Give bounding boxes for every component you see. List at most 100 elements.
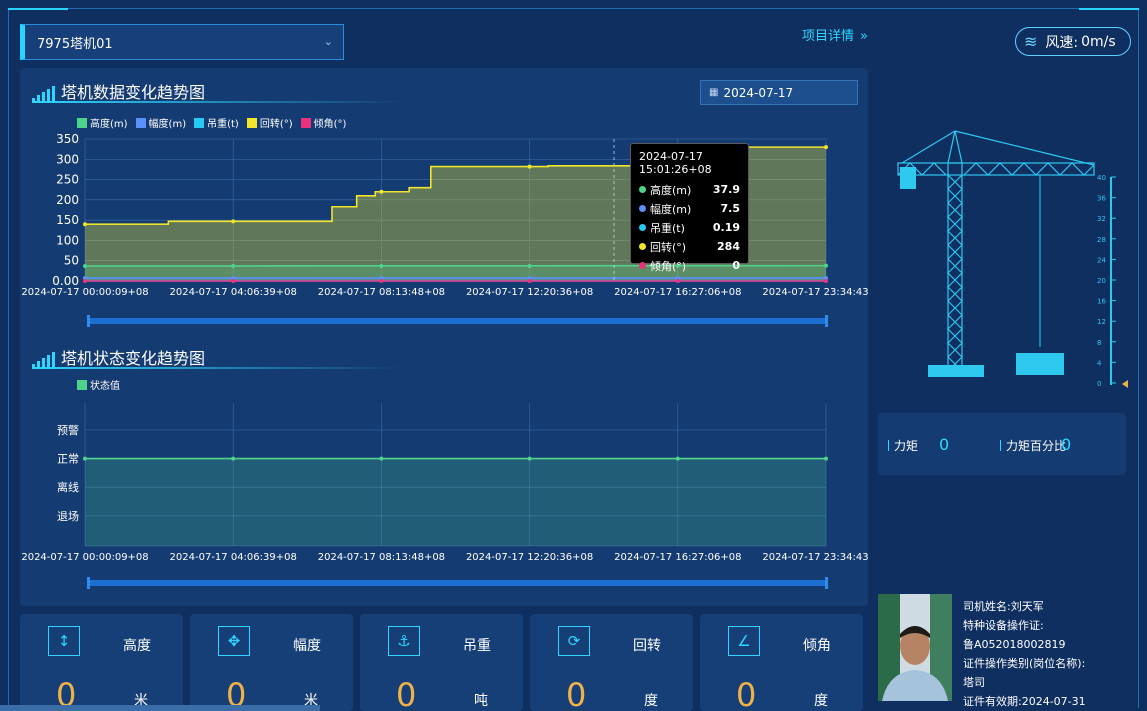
tooltip-label: 回转(°): [650, 240, 687, 254]
slider-handle-right[interactable]: [825, 577, 828, 589]
metric-card-rotation: ⟳ 回转 0 度: [530, 614, 693, 711]
tooltip-value: 0: [732, 259, 740, 272]
y-category-label: 离线: [57, 480, 79, 494]
status-legend-label: 状态值: [90, 381, 120, 392]
crane-structure: [897, 130, 1095, 376]
trend-chart-title: 塔机数据变化趋势图: [32, 79, 205, 103]
x-tick-label: 2024-07-17 23:34:43+08: [762, 552, 868, 563]
driver-cert-label: 特种设备操作证:: [963, 619, 1044, 632]
status-zoom-slider[interactable]: [87, 577, 828, 589]
tooltip-value: 37.9: [712, 183, 740, 196]
height-scale-label: 40: [1097, 174, 1106, 182]
metric-card-angle: ∠ 倾角 0 度: [700, 614, 863, 711]
x-tick-label: 2024-07-17 00:00:09+08: [21, 552, 148, 563]
torque-pct-value: 0: [1061, 435, 1072, 454]
metric-label: 吊重: [463, 638, 491, 654]
load-block: [1016, 353, 1064, 375]
tooltip-row: 倾角(°) 0: [639, 256, 740, 275]
calendar-icon: ▦: [709, 87, 719, 98]
slider-handle-left[interactable]: [87, 315, 90, 327]
metric-unit: 度: [644, 693, 658, 709]
wind-label: 风速:: [1045, 34, 1079, 51]
metric-card-height: ↕ 高度 0 米: [20, 614, 183, 711]
date-picker[interactable]: ▦ 2024-07-17: [700, 80, 858, 105]
tooltip-value: 7.5: [720, 202, 741, 215]
tooltip-dot: [639, 243, 646, 250]
tooltip-value: 0.19: [712, 221, 740, 234]
metric-label: 高度: [123, 638, 151, 654]
series-point: [83, 263, 87, 268]
trend-title-underline: [32, 101, 402, 103]
metric-unit: 吨: [474, 693, 488, 709]
tooltip-value: 284: [717, 240, 740, 253]
metric-card-hook: ⚓ 吊重 0 吨: [360, 614, 523, 711]
height-scale-label: 20: [1097, 277, 1106, 285]
date-picker-value: 2024-07-17: [723, 85, 794, 100]
torque-value: 0: [939, 435, 950, 454]
device-select[interactable]: 7975塔机01 ⌄: [20, 24, 344, 60]
double-chevron-icon: »: [860, 29, 868, 44]
height-scale-label: 24: [1097, 256, 1106, 264]
y-tick-label: 350: [56, 132, 79, 146]
x-tick-label: 2024-07-17 08:13:48+08: [318, 552, 445, 563]
tooltip-row: 回转(°) 284: [639, 237, 740, 256]
series-point: [824, 456, 828, 461]
tower-crane-illustration: 4036322824201612840: [897, 130, 1128, 388]
series-point: [379, 189, 384, 194]
driver-cert-number: 鲁A052018002819: [963, 638, 1066, 651]
series-point: [824, 145, 828, 150]
series-point: [379, 279, 384, 283]
wind-speed-badge: ≋ 风速: 0m/s: [1015, 27, 1131, 56]
series-point: [231, 263, 236, 268]
torque-panel: 力矩 0 力矩百分比 0: [878, 413, 1126, 475]
series-point: [675, 279, 680, 283]
tooltip-dot: [639, 205, 646, 212]
y-tick-label: 300: [56, 152, 79, 166]
series-point: [231, 219, 236, 224]
legend-swatch: [77, 379, 87, 390]
slider-handle-left[interactable]: [87, 577, 90, 589]
project-details-link[interactable]: 项目详情 »: [802, 25, 868, 44]
x-tick-label: 2024-07-17 16:27:06+08: [614, 287, 741, 298]
driver-info: 司机姓名:刘天军 特种设备操作证: 鲁A052018002819 证件操作类别(…: [963, 597, 1086, 711]
series-point: [83, 222, 87, 227]
metric-value: 0: [396, 676, 417, 711]
metric-label: 倾角: [803, 638, 831, 654]
driver-photo: [878, 594, 952, 701]
legend-swatch: [246, 117, 257, 128]
status-legend-item[interactable]: 状态值: [77, 377, 120, 392]
x-tick-label: 2024-07-17 04:06:39+08: [170, 287, 297, 298]
legend-swatch: [194, 117, 205, 128]
series-point: [675, 456, 680, 461]
x-tick-label: 2024-07-17 16:27:06+08: [614, 552, 741, 563]
slider-handle-right[interactable]: [825, 315, 828, 327]
metric-value: 0: [736, 676, 757, 711]
series-point: [379, 456, 384, 461]
project-details-label: 项目详情: [802, 29, 855, 44]
trend-zoom-slider[interactable]: [87, 315, 828, 327]
legend-swatch: [77, 117, 87, 128]
height-scale-label: 4: [1097, 359, 1102, 367]
height-scale-label: 28: [1097, 236, 1106, 244]
metric-label: 回转: [633, 638, 661, 654]
metric-card-range: ✥ 幅度 0 米: [190, 614, 353, 711]
status-chart-title-text: 塔机状态变化趋势图: [61, 349, 206, 368]
page-scrollbar[interactable]: [0, 705, 320, 711]
x-tick-label: 2024-07-17 00:00:09+08: [21, 287, 148, 298]
legend-swatch: [135, 117, 146, 128]
series-point: [824, 263, 828, 268]
metric-unit: 度: [814, 693, 828, 709]
tooltip-row: 高度(m) 37.9: [639, 180, 740, 199]
metric-label: 幅度: [293, 638, 321, 654]
series-point: [527, 279, 532, 283]
height-scale-label: 36: [1097, 195, 1106, 203]
y-tick-label: 250: [56, 173, 79, 187]
tooltip-label: 高度(m): [650, 183, 692, 197]
height-marker-icon: [1122, 380, 1128, 388]
chevron-down-icon: ⌄: [323, 35, 333, 48]
torque-label: 力矩: [888, 437, 918, 454]
height-scale-label: 8: [1097, 339, 1101, 347]
hook-icon: ⚓: [388, 626, 420, 656]
legend-swatch: [300, 117, 311, 128]
tooltip-label: 倾角(°): [650, 259, 687, 273]
